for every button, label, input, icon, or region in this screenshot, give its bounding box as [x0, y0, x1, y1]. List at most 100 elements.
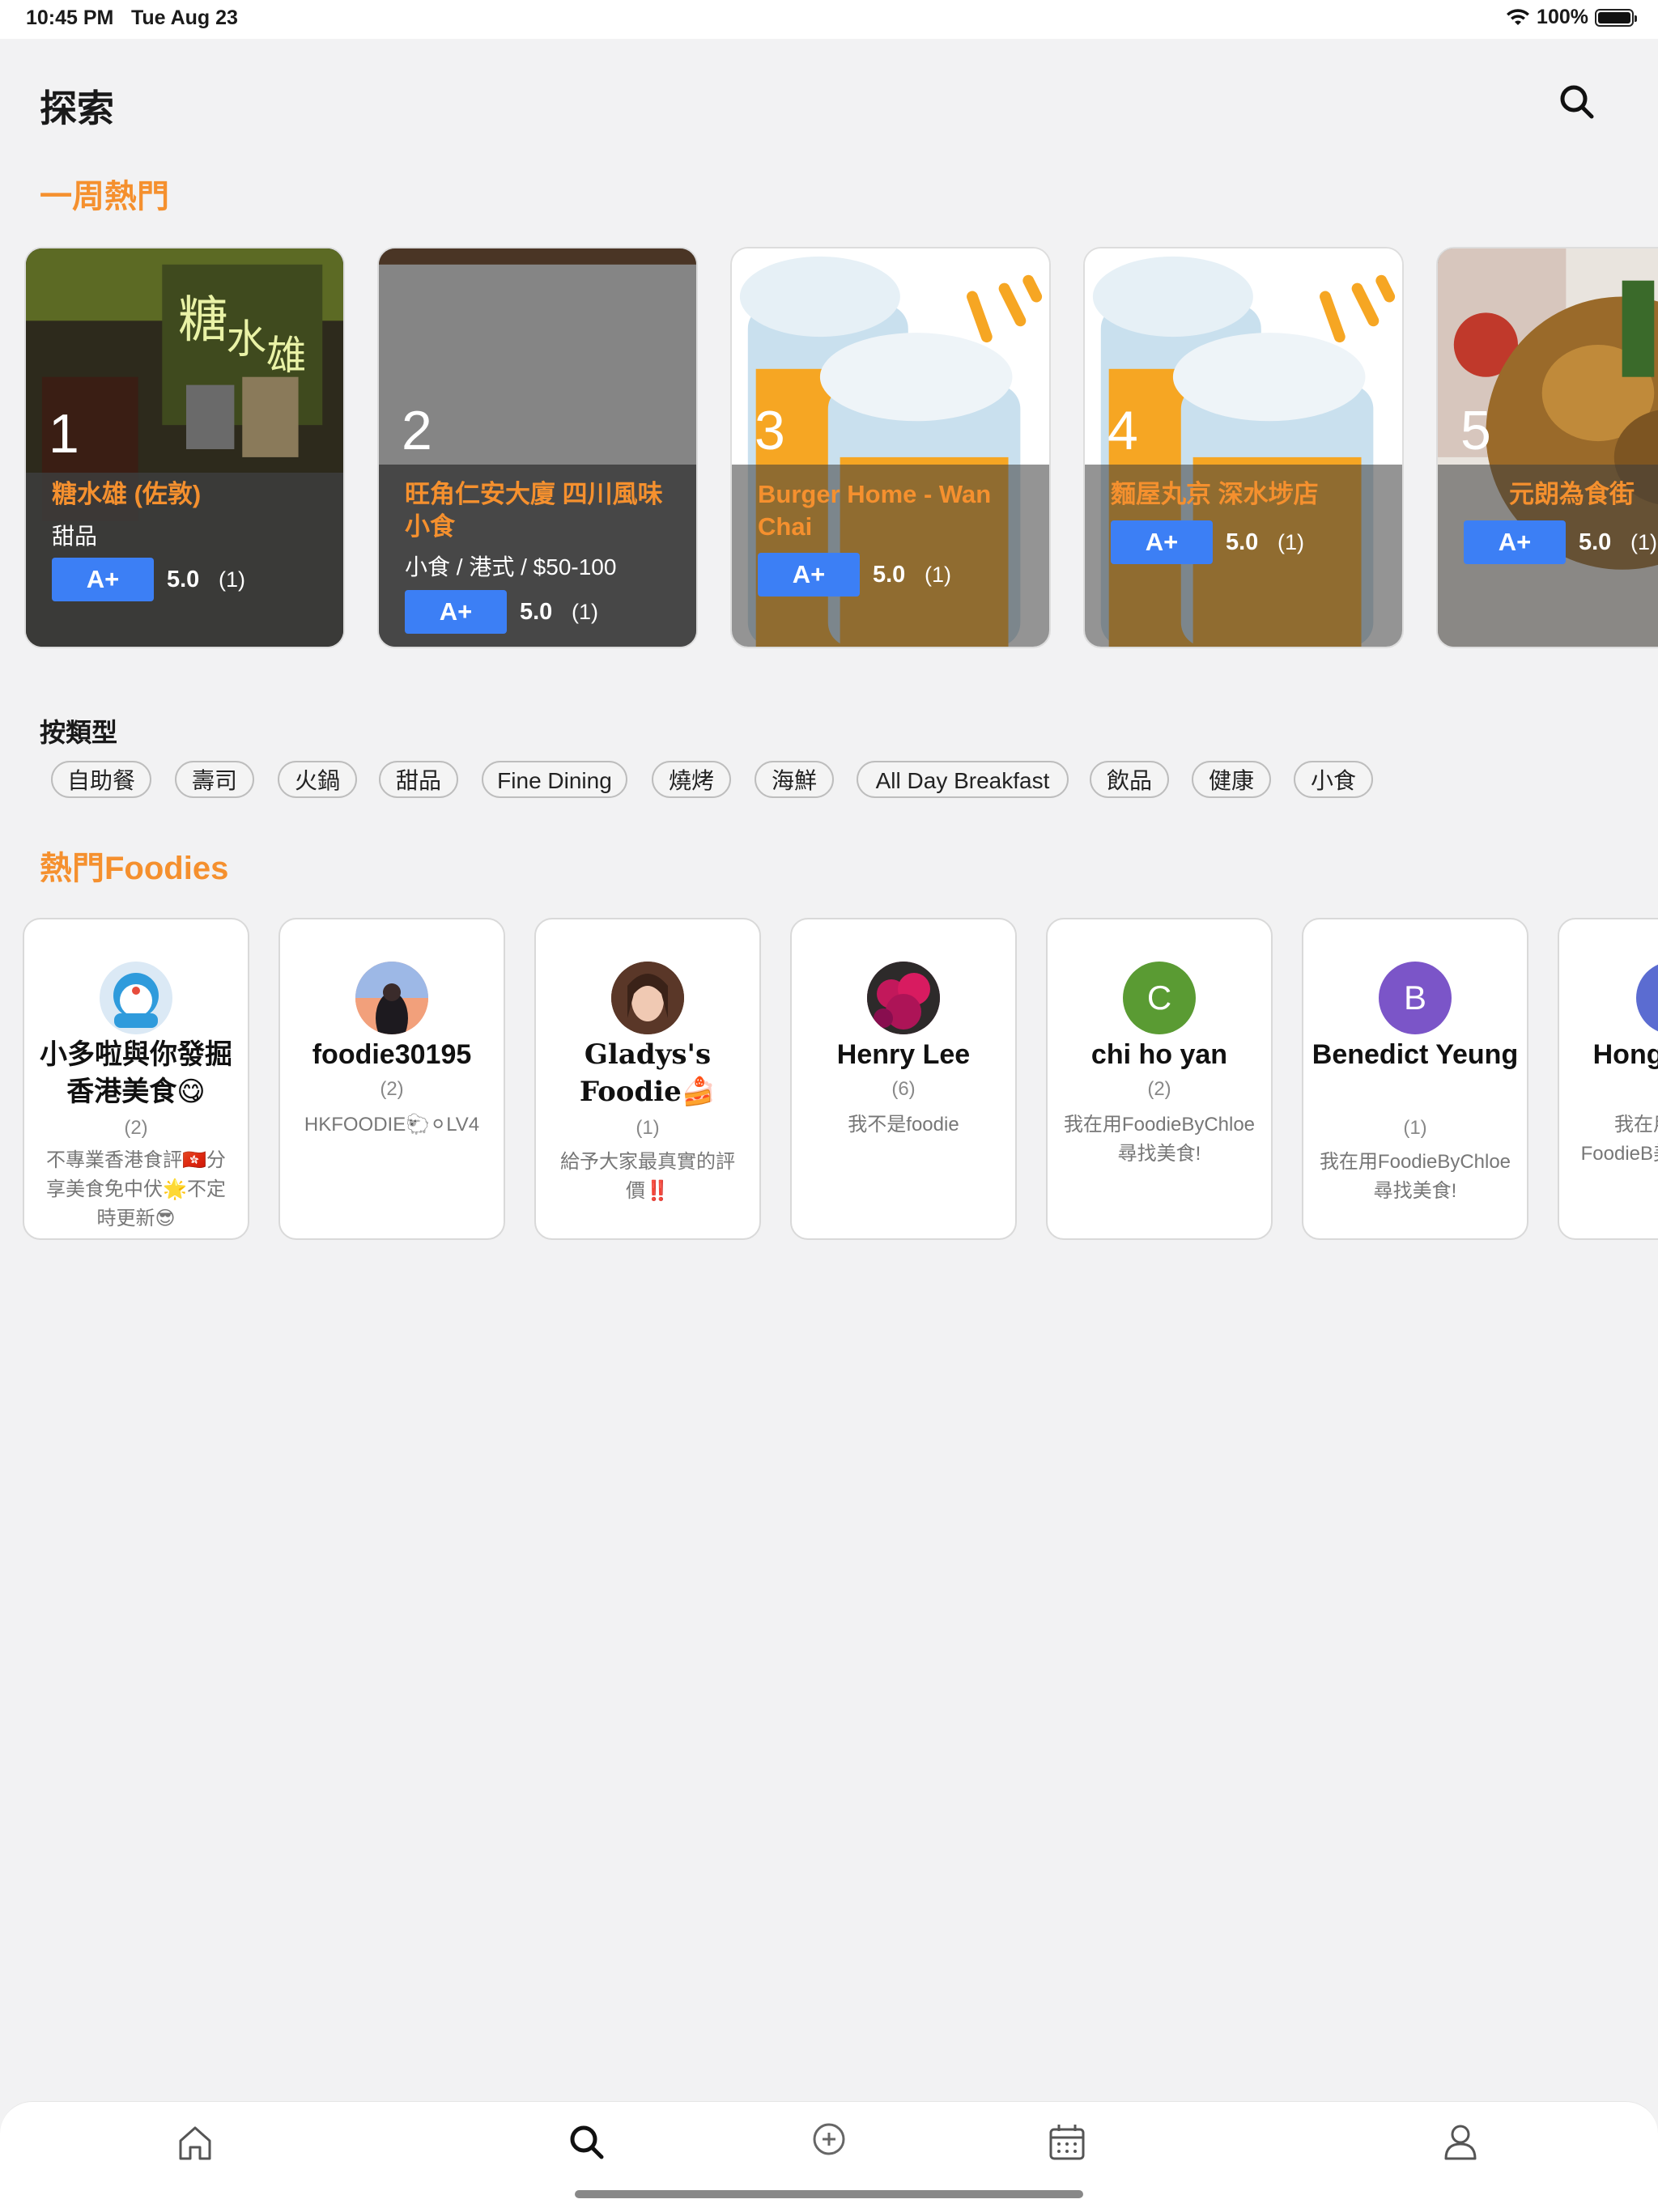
- rank-number: 1: [49, 403, 79, 465]
- category-chip[interactable]: 甜品: [379, 761, 458, 798]
- category-section-title: 按類型: [40, 718, 118, 747]
- restaurant-name: 元朗為食街: [1509, 480, 1635, 508]
- grade-badge: A+: [405, 590, 507, 634]
- foodie-review-count: (2): [1147, 1078, 1171, 1100]
- category-chip[interactable]: 燒烤: [652, 761, 731, 798]
- foodie-bio: 不專業香港食評🇭🇰分享美食免中伏🌟不定時更新😎: [46, 1149, 226, 1229]
- foodies-carousel[interactable]: 小多啦與你發掘香港美食😋 (2) 不專業香港食評🇭🇰分享美食免中伏🌟不定時更新😎…: [23, 918, 1658, 1242]
- foodie-name: Hong Y: [1592, 1039, 1658, 1070]
- foodie-review-count: (1): [636, 1117, 660, 1139]
- foodie-review-count: (2): [124, 1117, 148, 1139]
- home-indicator[interactable]: [575, 2190, 1083, 2198]
- wifi-icon: [1507, 8, 1530, 25]
- svg-text:雄: 雄: [266, 332, 306, 379]
- battery-icon: [1595, 8, 1637, 27]
- foodie-review-count: (1): [1403, 1117, 1427, 1139]
- battery-percent: 100%: [1537, 6, 1588, 28]
- avatar: [611, 962, 684, 1034]
- avatar: [100, 962, 172, 1034]
- category-chip[interactable]: 火鍋: [278, 761, 357, 798]
- rating-count: (1): [925, 563, 951, 587]
- rating-count: (1): [219, 567, 245, 592]
- rank-number: 5: [1460, 400, 1491, 461]
- foodie-card[interactable]: Hong Y 我在用FoodieB美: [1558, 918, 1658, 1240]
- category-chip[interactable]: 壽司: [175, 761, 254, 798]
- foodie-bio: 我在用FoodieB美: [1580, 1114, 1658, 1165]
- foodie-name: Henry Lee: [836, 1039, 971, 1070]
- foodie-card[interactable]: B Benedict Yeung (1) 我在用FoodieByChloe尋找美…: [1302, 918, 1528, 1240]
- restaurant-category: 小食 / 港式 / $50-100: [405, 554, 617, 580]
- foodie-card[interactable]: Gladys's Foodie🍰 (1) 給予大家最真實的評價‼️: [534, 918, 761, 1240]
- avatar: [355, 962, 428, 1034]
- category-chip[interactable]: 健康: [1192, 761, 1271, 798]
- foodie-card[interactable]: foodie30195 (2) HKFOODIE🐑⚪LV4: [278, 918, 505, 1240]
- trending-section-title: 一周熱門: [40, 179, 169, 214]
- status-bar: 10:45 PM Tue Aug 23 100%: [0, 0, 1658, 39]
- avatar: [867, 962, 940, 1034]
- rank-number: 3: [755, 400, 785, 461]
- search-tab-icon[interactable]: [564, 2120, 610, 2165]
- trending-card[interactable]: 糖 水 雄 1 糖水雄 (佐敦) 甜品 A+ 5.0 (1): [24, 247, 345, 648]
- add-circle-icon[interactable]: [806, 2120, 852, 2165]
- category-chip[interactable]: All Day Breakfast: [857, 761, 1069, 798]
- avatar: [1636, 962, 1658, 1034]
- category-chip[interactable]: 海鮮: [755, 761, 834, 798]
- rating-score: 5.0: [520, 599, 553, 625]
- avatar: B: [1379, 962, 1452, 1034]
- foodie-card[interactable]: C chi ho yan (2) 我在用FoodieByChloe尋找美食!: [1046, 918, 1273, 1240]
- foodie-bio: 我不是foodie: [848, 1114, 959, 1136]
- trending-card[interactable]: 4 麵屋丸京 深水埗店 A+ 5.0 (1): [1083, 247, 1404, 648]
- category-chip[interactable]: 小食: [1294, 761, 1373, 798]
- foodie-name: 小多啦與你發掘香港美食😋: [40, 1039, 232, 1107]
- restaurant-name: 糖水雄 (佐敦): [52, 480, 202, 508]
- foodies-section-title: 熱門Foodies: [40, 851, 229, 886]
- foodie-card[interactable]: 小多啦與你發掘香港美食😋 (2) 不專業香港食評🇭🇰分享美食免中伏🌟不定時更新😎: [23, 918, 249, 1240]
- trending-card[interactable]: 5 元朗為食街 A+ 5.0 (1): [1436, 247, 1658, 648]
- foodie-name: Benedict Yeung: [1312, 1039, 1519, 1070]
- foodie-card[interactable]: Henry Lee (6) 我不是foodie: [790, 918, 1017, 1240]
- rating-count: (1): [1278, 530, 1304, 554]
- grade-badge: A+: [52, 558, 154, 601]
- trending-card[interactable]: 3 Burger Home - Wan Chai A+ 5.0 (1): [730, 247, 1051, 648]
- rating-score: 5.0: [1226, 529, 1259, 555]
- home-icon[interactable]: [172, 2120, 218, 2165]
- foodie-review-count: (6): [891, 1078, 916, 1100]
- rating-score: 5.0: [873, 562, 906, 588]
- category-chip[interactable]: 自助餐: [51, 761, 151, 798]
- restaurant-name: 麵屋丸京 深水埗店: [1111, 480, 1319, 508]
- rating-count: (1): [1630, 530, 1657, 554]
- rank-number: 2: [402, 400, 432, 461]
- foodie-bio: HKFOODIE🐑⚪LV4: [304, 1114, 480, 1136]
- rank-number: 4: [1107, 400, 1138, 461]
- rating-score: 5.0: [1579, 529, 1612, 555]
- svg-text:水: 水: [226, 316, 266, 363]
- restaurant-category: 甜品: [52, 524, 98, 549]
- grade-badge: A+: [1464, 520, 1566, 564]
- status-time: 10:45 PM: [26, 6, 114, 29]
- foodie-bio: 給予大家最真實的評價‼️: [560, 1151, 735, 1202]
- foodie-review-count: (2): [380, 1078, 404, 1100]
- avatar: C: [1123, 962, 1196, 1034]
- trending-carousel[interactable]: 糖 水 雄 1 糖水雄 (佐敦) 甜品 A+ 5.0 (1) 2 旺角仁安大廈 …: [24, 247, 1658, 652]
- foodie-bio: 我在用FoodieByChloe尋找美食!: [1319, 1151, 1511, 1202]
- restaurant-name: Burger Home - Wan Chai: [758, 480, 992, 541]
- grade-badge: A+: [758, 553, 860, 597]
- calendar-icon[interactable]: [1044, 2120, 1090, 2165]
- category-chip[interactable]: Fine Dining: [482, 761, 627, 798]
- page-title: 探索: [40, 87, 114, 129]
- foodie-bio: 我在用FoodieByChloe尋找美食!: [1063, 1114, 1256, 1165]
- profile-icon[interactable]: [1438, 2120, 1483, 2165]
- search-icon[interactable]: [1556, 81, 1598, 123]
- foodie-name: chi ho yan: [1090, 1039, 1228, 1070]
- restaurant-name: 旺角仁安大廈 四川風味小食: [405, 480, 663, 541]
- status-date: Tue Aug 23: [131, 6, 238, 29]
- category-chip[interactable]: 飲品: [1090, 761, 1169, 798]
- trending-card[interactable]: 2 旺角仁安大廈 四川風味小食 小食 / 港式 / $50-100 A+ 5.0…: [377, 247, 698, 648]
- rating-count: (1): [572, 600, 598, 624]
- status-indicators: 100%: [1506, 6, 1637, 29]
- grade-badge: A+: [1111, 520, 1213, 564]
- svg-text:糖: 糖: [178, 291, 227, 349]
- foodie-name: Gladys's Foodie🍰: [579, 1038, 716, 1108]
- rating-score: 5.0: [167, 567, 200, 592]
- foodie-name: foodie30195: [312, 1039, 472, 1070]
